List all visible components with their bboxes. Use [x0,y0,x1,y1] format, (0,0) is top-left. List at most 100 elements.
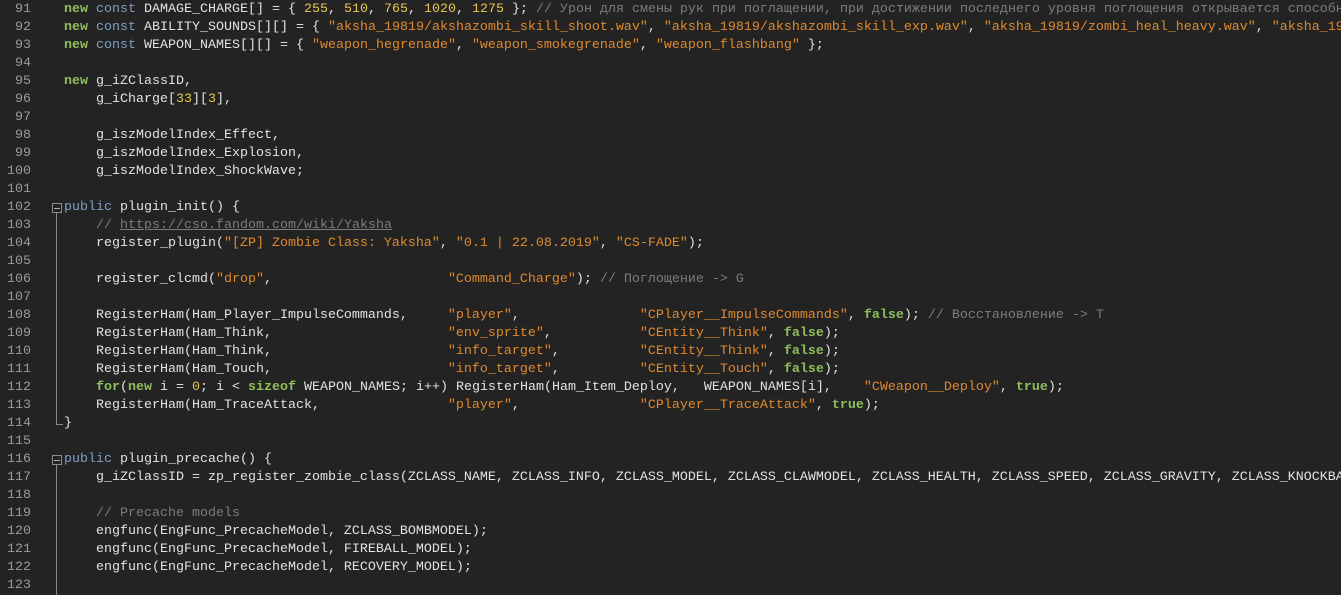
code-text: engfunc(EngFunc_PrecacheModel, ZCLASS_BO… [64,523,488,541]
code-line[interactable]: 106 register_clcmd("drop", "Command_Char… [0,271,1341,289]
code-text: // https://cso.fandom.com/wiki/Yaksha [64,217,392,235]
fold-gutter [51,505,63,523]
code-line[interactable]: 93 new const WEAPON_NAMES[][] = { "weapon… [0,37,1341,55]
code-token: register_plugin( [64,236,224,251]
code-line[interactable]: 99 g_iszModelIndex_Explosion, [0,145,1341,163]
code-token: , [767,326,784,341]
code-line[interactable]: 113 RegisterHam(Ham_TraceAttack, "player… [0,397,1341,415]
code-line[interactable]: 102 public plugin_init() { [0,199,1341,217]
code-line[interactable]: 107 [0,289,1341,307]
code-line[interactable]: 97 [0,109,1341,127]
code-token: } [64,416,72,431]
string-literal: "CWeapon__Deploy" [863,380,1000,395]
code-token: , [455,2,472,17]
code-token: ); [1047,380,1064,395]
code-text: g_iCharge[33][3], [64,91,232,109]
code-token: , [1255,20,1272,35]
code-line[interactable]: 96 g_iCharge[33][3], [0,91,1341,109]
code-line[interactable]: 114} [0,415,1341,433]
code-line[interactable]: 94 [0,55,1341,73]
code-editor[interactable]: 91 new const DAMAGE_CHARGE[] = { 255, 510… [0,1,1341,595]
line-number: 95 [15,74,31,89]
fold-gutter [51,127,63,145]
code-token: , [407,2,424,17]
code-line[interactable]: 100 g_iszModelIndex_ShockWave; [0,163,1341,181]
code-line[interactable]: 105 [0,253,1341,271]
number-literal: 255 [303,2,328,17]
line-number: 93 [15,38,31,53]
string-literal: "CEntity__Think" [639,326,768,341]
code-token: , [967,20,984,35]
code-text: new const DAMAGE_CHARGE[] = { 255, 510, … [64,1,1341,19]
code-line[interactable]: 115 [0,433,1341,451]
code-token: engfunc(EngFunc_PrecacheModel, RECOVERY_… [64,560,472,575]
code-line[interactable]: 109 RegisterHam(Ham_Think, "env_sprite",… [0,325,1341,343]
code-line[interactable]: 103 // https://cso.fandom.com/wiki/Yaksh… [0,217,1341,235]
code-token: , [551,344,640,359]
code-token: plugin_precache() { [112,452,272,467]
code-text: new g_iZClassID, [64,73,192,91]
code-token: , [439,236,456,251]
line-number: 114 [7,416,31,431]
code-line[interactable]: 101 [0,181,1341,199]
line-number: 116 [7,452,31,467]
line-number: 104 [7,236,31,251]
code-token: plugin_init() { [112,200,240,215]
code-line[interactable]: 95 new g_iZClassID, [0,73,1341,91]
string-literal: "0.1 | 22.08.2019" [455,236,600,251]
code-line[interactable]: 111 RegisterHam(Ham_Touch, "info_target"… [0,361,1341,379]
fold-gutter [51,325,63,343]
fold-gutter [51,379,63,397]
string-literal: "CPlayer__ImpulseCommands" [639,308,848,323]
code-line[interactable]: 118 [0,487,1341,505]
string-literal: "info_target" [447,344,552,359]
code-token: ][ [191,92,208,107]
line-number: 97 [15,110,31,125]
string-literal: "aksha_19819/akshazombi_skill_shoot.wav" [327,20,648,35]
fold-gutter [51,1,63,19]
code-line[interactable]: 123 [0,577,1341,595]
string-literal: "aksha_19819/zombi_heal_heavy.wav" [983,20,1256,35]
keyword: new [64,74,88,89]
code-line[interactable]: 92 new const ABILITY_SOUNDS[][] = { "aksh… [0,19,1341,37]
number-literal: 1020 [423,2,456,17]
code-line[interactable]: 119 // Precache models [0,505,1341,523]
fold-gutter [51,181,63,199]
code-text: g_iszModelIndex_Explosion, [64,145,304,163]
line-number: 98 [15,128,31,143]
code-line[interactable]: 91 new const DAMAGE_CHARGE[] = { 255, 510… [0,1,1341,19]
fold-collapse-icon[interactable] [52,455,62,465]
code-line[interactable]: 112 for(new i = 0; i < sizeof WEAPON_NAM… [0,379,1341,397]
string-literal: "CS-FADE" [615,236,688,251]
number-literal: 3 [207,92,216,107]
code-token: }; [503,2,536,17]
fold-gutter [51,235,63,253]
code-text: // Precache models [64,505,240,523]
line-number: 107 [7,290,31,305]
code-line[interactable]: 110 RegisterHam(Ham_Think, "info_target"… [0,343,1341,361]
code-line[interactable]: 121 engfunc(EngFunc_PrecacheModel, FIREB… [0,541,1341,559]
keyword: false [783,344,824,359]
code-line[interactable]: 122 engfunc(EngFunc_PrecacheModel, RECOV… [0,559,1341,577]
code-token: , [767,362,784,377]
fold-gutter [51,145,63,163]
code-line[interactable]: 117 g_iZClassID = zp_register_zombie_cla… [0,469,1341,487]
code-line[interactable]: 104 register_plugin("[ZP] Zombie Class: … [0,235,1341,253]
code-line[interactable]: 108 RegisterHam(Ham_Player_ImpulseComman… [0,307,1341,325]
code-line[interactable]: 120 engfunc(EngFunc_PrecacheModel, ZCLAS… [0,523,1341,541]
fold-gutter [51,559,63,577]
string-literal: "weapon_hegrenade" [311,38,456,53]
code-token: , [511,398,640,413]
fold-collapse-icon[interactable] [52,203,62,213]
code-text: engfunc(EngFunc_PrecacheModel, RECOVERY_… [64,559,472,577]
code-line[interactable]: 116 public plugin_precache() { [0,451,1341,469]
comment-link[interactable]: https://cso.fandom.com/wiki/Yaksha [120,218,392,233]
line-number: 123 [7,578,31,593]
type-keyword: const [96,38,136,53]
keyword: new [64,20,88,35]
code-line[interactable]: 98 g_iszModelIndex_Effect, [0,127,1341,145]
fold-gutter [51,163,63,181]
code-token: , [551,362,640,377]
